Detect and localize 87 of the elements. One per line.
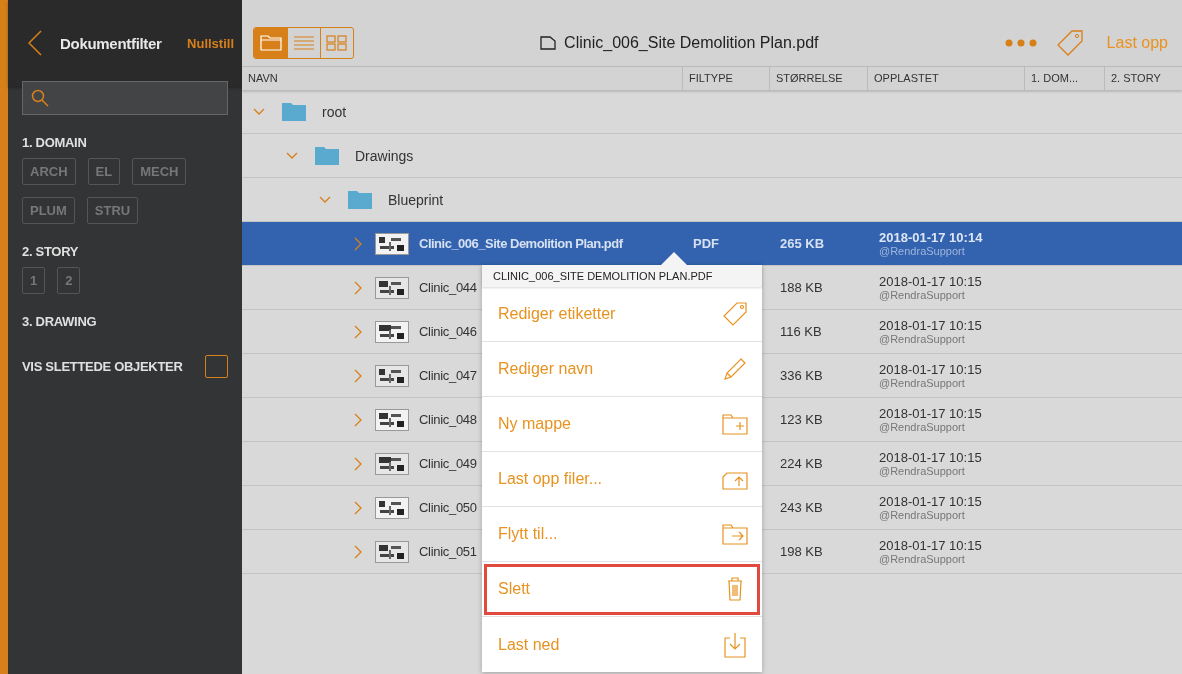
file-size: 336 KB: [779, 368, 824, 383]
upload-date: 2018-01-17 10:15: [879, 406, 983, 421]
reset-button[interactable]: Nullstill: [187, 35, 234, 51]
file-name: Clinic_006_Site Demolition Plan.pdf: [419, 236, 623, 251]
filter-chip[interactable]: PLUM: [22, 197, 75, 224]
document-icon: [540, 36, 557, 50]
uploader-name: @RendraSupport: [879, 553, 966, 565]
menu-item[interactable]: Rediger etiketter: [482, 287, 762, 342]
folder-icon: [282, 102, 306, 121]
download-icon: [722, 631, 748, 658]
filter-group-title: 3. DRAWING: [22, 314, 98, 329]
folder-icon: [348, 190, 372, 209]
folder-plus-icon: [722, 411, 748, 437]
pencil-icon: [722, 356, 748, 382]
column-header[interactable]: 1. DOM...: [1025, 67, 1105, 90]
folder-arrow-icon: [722, 521, 748, 547]
file-size: 224 KB: [779, 456, 824, 471]
upload-date: 2018-01-17 10:15: [879, 362, 983, 377]
file-name: Clinic_046: [419, 324, 477, 339]
file-size: 188 KB: [779, 280, 824, 295]
sidebar-title: Dokumentfilter: [60, 34, 163, 52]
file-name: Drawings: [355, 147, 414, 164]
file-name: Clinic_050: [419, 500, 477, 515]
menu-item[interactable]: Last ned: [482, 617, 762, 672]
tag-icon: [722, 301, 748, 327]
filter-chip[interactable]: STRU: [86, 197, 139, 224]
file-name: Clinic_048: [419, 412, 477, 427]
upload-date: 2018-01-17 10:15: [879, 538, 983, 553]
uploader-name: @RendraSupport: [879, 377, 966, 389]
column-header[interactable]: 2. STORY: [1105, 67, 1182, 90]
table-row[interactable]: root: [242, 90, 1182, 134]
search-icon: [31, 89, 49, 107]
file-name: Clinic_049: [419, 456, 477, 471]
back-icon[interactable]: [28, 30, 42, 56]
column-header[interactable]: OPPLASTET: [868, 67, 1025, 90]
filter-chip[interactable]: MECH: [132, 158, 187, 185]
grid-icon: [326, 35, 348, 51]
table-row[interactable]: Drawings: [242, 134, 1182, 178]
menu-item[interactable]: Flytt til...: [482, 507, 762, 562]
uploader-name: @RendraSupport: [879, 333, 966, 345]
file-size: 198 KB: [779, 544, 824, 559]
upload-date: 2018-01-17 10:15: [879, 494, 983, 509]
upload-date: 2018-01-17 10:15: [879, 274, 983, 289]
folder-icon: [315, 146, 339, 165]
uploader-name: @RendraSupport: [879, 289, 966, 301]
popover-arrow: [660, 252, 688, 266]
filter-chip[interactable]: ARCH: [22, 158, 76, 185]
filter-chip[interactable]: 2: [57, 267, 81, 294]
uploader-name: @RendraSupport: [879, 465, 966, 477]
tag-icon[interactable]: [1056, 30, 1083, 56]
file-name: Clinic_051: [419, 544, 477, 559]
menu-item[interactable]: Slett: [482, 562, 762, 617]
upload-date: 2018-01-17 10:15: [879, 318, 983, 333]
show-deleted-checkbox[interactable]: [205, 355, 228, 378]
column-header[interactable]: NAVN: [242, 67, 683, 90]
search-field[interactable]: [22, 81, 228, 115]
list-icon: [293, 35, 315, 51]
file-size: 243 KB: [779, 500, 824, 515]
folder-icon: [259, 35, 282, 51]
file-name: Clinic_047: [419, 368, 477, 383]
table-row[interactable]: Clinic_006_Site Demolition Plan.pdf PDF 265 KB 2018-01-17 10:14 @RendraSupport: [242, 222, 1182, 266]
file-size: 116 KB: [779, 324, 823, 339]
more-icon[interactable]: [1004, 39, 1037, 47]
menu-item[interactable]: Last opp filer...: [482, 452, 762, 507]
file-type: PDF: [692, 236, 720, 251]
file-name: root: [322, 103, 347, 120]
uploader-name: @RendraSupport: [879, 509, 966, 521]
filter-group-title: 1. DOMAIN: [22, 135, 88, 150]
file-size: 265 KB: [779, 236, 826, 251]
menu-item[interactable]: Rediger navn: [482, 342, 762, 397]
view-folder-button[interactable]: [254, 28, 287, 58]
column-header[interactable]: FILTYPE: [683, 67, 770, 90]
upload-button[interactable]: Last opp: [1106, 34, 1168, 52]
column-header[interactable]: STØRRELSE: [770, 67, 868, 90]
uploader-name: @RendraSupport: [879, 245, 966, 257]
filter-chip[interactable]: 1: [22, 267, 46, 294]
filter-chip[interactable]: EL: [87, 158, 121, 185]
upload-date: 2018-01-17 10:14: [879, 230, 984, 245]
file-size: 123 KB: [779, 412, 824, 427]
uploader-name: @RendraSupport: [879, 421, 966, 433]
file-name: Clinic_044: [419, 280, 477, 295]
file-name: Blueprint: [388, 191, 444, 208]
file-title: Clinic_006_Site Demolition Plan.pdf: [564, 34, 819, 52]
upload-date: 2018-01-17 10:15: [879, 450, 983, 465]
filter-group-title: 2. STORY: [22, 244, 80, 259]
show-deleted-label: VIS SLETTEDE OBJEKTER: [22, 359, 183, 374]
menu-item[interactable]: Ny mappe: [482, 397, 762, 452]
